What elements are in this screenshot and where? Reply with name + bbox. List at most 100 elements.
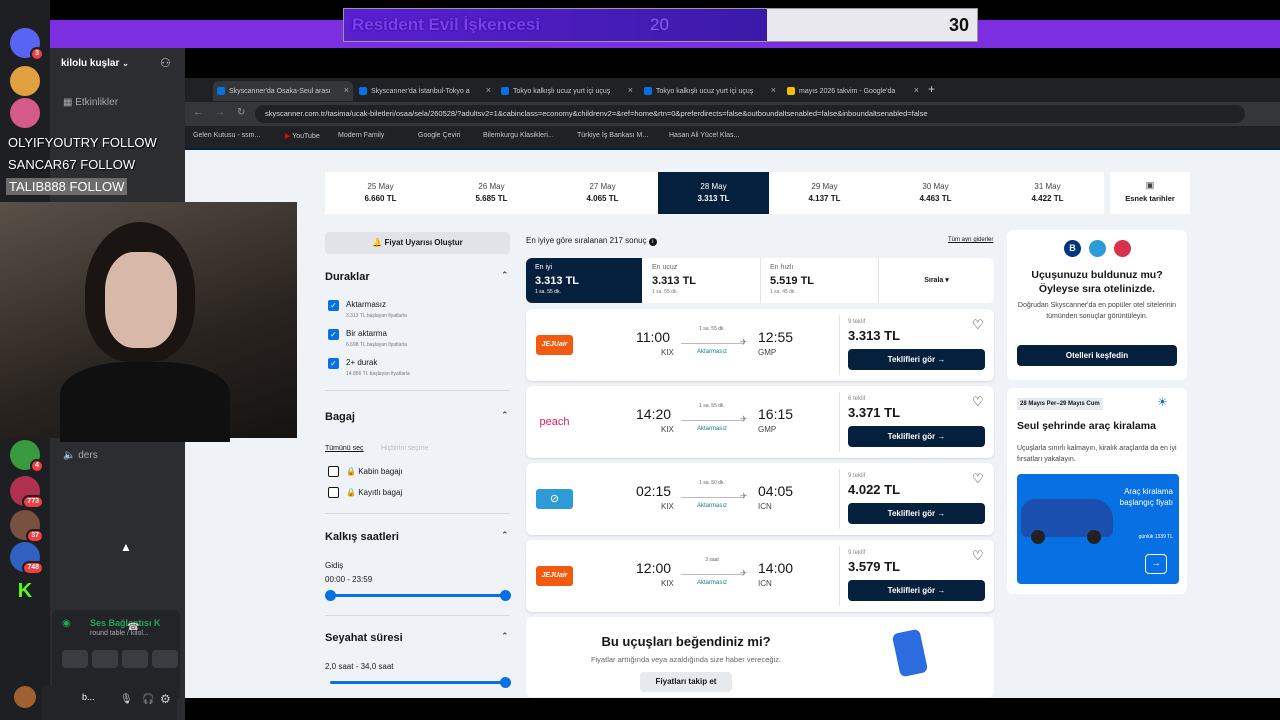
track-prices-button[interactable]: Fiyatları takip et <box>640 672 732 692</box>
webcam-feed <box>0 202 297 442</box>
date-cell[interactable]: 29 May 4.137 TL <box>769 172 880 214</box>
browser-tab[interactable]: Tokyo kalkışlı ucuz yurt içi uçuş × <box>497 81 637 101</box>
bag-title: Bagaj <box>325 411 355 423</box>
info-icon[interactable]: i <box>648 238 657 246</box>
address-bar[interactable]: skyscanner.com.tr/tasima/ucak-biletleri/… <box>255 105 1245 123</box>
flight-card[interactable]: JEJUair 11:00 KIX 1 sa. 55 dk. ✈ Aktarma… <box>526 309 994 381</box>
heart-icon[interactable]: ♡ <box>972 471 984 487</box>
bookmark[interactable]: Google Çeviri <box>418 132 460 139</box>
browser-tab[interactable]: mayıs 2026 takvim - Google'da × <box>783 81 923 101</box>
duration-slider[interactable] <box>330 681 505 684</box>
bookmark[interactable]: Modern Family <box>338 132 384 139</box>
toolbar: ← → ↻ skyscanner.com.tr/tasima/ucak-bile… <box>185 102 1280 126</box>
bookmark[interactable]: Hasan Ali Yücel Klas... <box>669 132 739 139</box>
slider-handle[interactable] <box>500 590 511 601</box>
date-cell[interactable]: 26 May 5.685 TL <box>436 172 547 214</box>
view-offers-button[interactable]: Teklifleri gör → <box>848 349 985 370</box>
flex-dates-button[interactable]: ▣ Esnek tarihler <box>1110 172 1190 214</box>
arrival-code: ICN <box>758 579 772 588</box>
avatar[interactable] <box>14 686 36 708</box>
screen-share-button[interactable] <box>92 650 118 668</box>
slider-handle[interactable] <box>500 677 511 688</box>
chevron-up-icon[interactable]: ⌃ <box>501 631 509 642</box>
kick-icon[interactable]: K <box>10 576 40 606</box>
date-cell[interactable]: 25 May 6.660 TL <box>325 172 436 214</box>
server-icon[interactable] <box>10 66 40 96</box>
checkbox-direct[interactable]: ✓ <box>328 300 339 311</box>
date-cell[interactable]: 31 May 4.422 TL <box>991 172 1104 214</box>
bookmark[interactable]: Gelen Kutusu - ssm... <box>193 132 260 139</box>
server-icon[interactable] <box>10 98 40 128</box>
date-cell[interactable]: 27 May 4.065 TL <box>547 172 658 214</box>
view-offers-button[interactable]: Teklifleri gör → <box>848 580 985 601</box>
car-ad-sub: Uçuşlarla sınırlı kalmayın, kiralık araç… <box>1017 445 1177 463</box>
stops-label: Aktarmasız <box>696 580 727 586</box>
view-offers-button[interactable]: Teklifleri gör → <box>848 426 985 447</box>
flight-card[interactable]: peach 14:20 KIX 1 sa. 55 dk. ✈ Aktarması… <box>526 386 994 458</box>
heart-icon[interactable]: ♡ <box>972 548 984 564</box>
tab-fastest[interactable]: En hızlı 5.519 TL 1 sa. 45 dk. <box>760 258 876 303</box>
reload-icon[interactable]: ↻ <box>237 107 245 118</box>
disconnect-icon[interactable]: ☎ <box>127 622 139 633</box>
browser-tab[interactable]: Skyscanner'da Osaka-Seul arası × <box>213 81 353 101</box>
clear-all-link[interactable]: Hiçbirini seçme <box>381 445 428 452</box>
checkbox-two-stops[interactable]: ✓ <box>328 358 339 369</box>
forward-icon[interactable]: → <box>215 107 225 118</box>
car-ad-image[interactable]: Araç kiralama başlangıç fiyatı günlük 13… <box>1017 474 1179 584</box>
webcam-face <box>105 252 177 348</box>
checkbox-cabin-bag[interactable] <box>328 466 339 477</box>
bookmark[interactable]: Bilemkurgu Klasikleri... <box>483 132 554 139</box>
departure-slider[interactable] <box>330 594 505 597</box>
server-icon[interactable]: 4 <box>10 440 44 473</box>
flight-card[interactable]: JEJUair 12:00 KIX 3 saat ✈ Aktarmasız 14… <box>526 540 994 612</box>
activity-button[interactable] <box>122 650 148 668</box>
url-text: skyscanner.com.tr/tasima/ucak-biletleri/… <box>265 109 928 118</box>
sort-dropdown[interactable]: Sırala ▾ <box>878 258 994 303</box>
arrow-right-icon[interactable]: → <box>1145 554 1167 574</box>
chevron-up-icon[interactable]: ⌃ <box>501 530 509 541</box>
date-cell-selected[interactable]: 28 May 3.313 TL <box>658 172 769 214</box>
add-member-icon[interactable]: ⚇ <box>160 56 171 70</box>
new-tab-button[interactable]: + <box>928 82 935 96</box>
server-icon[interactable]: 748 <box>10 542 44 575</box>
chevron-up-icon[interactable]: ⌃ <box>501 410 509 421</box>
browser-tab[interactable]: Tokyo kalkışlı ucuz yurt içi uçuş × <box>640 81 780 101</box>
explore-hotels-button[interactable]: Otelleri keşfedin <box>1017 345 1177 366</box>
price-alert-button[interactable]: 🔔 Fiyat Uyarısı Oluştur <box>325 232 510 254</box>
flight-card[interactable]: ⊘ 02:15 KIX 1 sa. 50 dk. ✈ Aktarmasız 04… <box>526 463 994 535</box>
slider-handle[interactable] <box>325 590 336 601</box>
browser-tab[interactable]: Skyscanner'da İstanbul-Tokyo a × <box>355 81 495 101</box>
departure-code: KIX <box>661 502 674 511</box>
events-item[interactable]: ▦ Etkinlikler <box>63 97 118 108</box>
tab-cheapest[interactable]: En ucuz 3.313 TL 1 sa. 55 dk. <box>643 258 759 303</box>
all-costs-link[interactable]: Tüm ayrı giderler <box>948 237 993 243</box>
date-cell[interactable]: 30 May 4.463 TL <box>880 172 991 214</box>
discord-home-icon[interactable]: 3 <box>10 28 44 61</box>
gear-icon[interactable]: ⚙ <box>160 692 171 706</box>
server-icon[interactable]: 37 <box>10 510 44 543</box>
heart-icon[interactable]: ♡ <box>972 394 984 410</box>
select-all-link[interactable]: Tümünü seç <box>325 445 364 452</box>
tab-best[interactable]: En iyi 3.313 TL 1 sa. 55 dk. <box>526 258 642 303</box>
checkbox-checked-bag[interactable] <box>328 487 339 498</box>
server-name[interactable]: kilolu kuşlar ⌄ <box>61 58 129 69</box>
soundboard-button[interactable] <box>152 650 178 668</box>
view-offers-button[interactable]: Teklifleri gör → <box>848 503 985 524</box>
server-icon[interactable]: 773 <box>10 476 44 509</box>
stops-label: Aktarmasız <box>696 503 727 509</box>
checkbox-one-stop[interactable]: ✓ <box>328 329 339 340</box>
heart-icon[interactable]: ♡ <box>972 317 984 333</box>
headset-icon[interactable]: 🎧 <box>142 694 154 705</box>
camera-button[interactable] <box>62 650 88 668</box>
bookmark[interactable]: ▶ YouTube <box>285 132 320 140</box>
bookmark[interactable]: Türkiye İş Bankası M... <box>577 132 648 139</box>
price-tracking-box: Bu uçuşları beğendiniz mi? Fiyatlar artt… <box>526 617 994 697</box>
stop-label: Aktarmasız <box>346 300 387 309</box>
mic-icon[interactable]: 🎙 <box>120 694 133 705</box>
chevron-up-icon[interactable]: ⌃ <box>501 270 509 281</box>
right-score: 30 <box>948 15 969 35</box>
voice-channel-ders[interactable]: 🔈 ders <box>63 450 98 461</box>
back-icon[interactable]: ← <box>193 107 203 118</box>
sort-tabs: En iyi 3.313 TL 1 sa. 55 dk. En ucuz 3.3… <box>526 258 994 303</box>
events-label: Etkinlikler <box>75 97 119 108</box>
